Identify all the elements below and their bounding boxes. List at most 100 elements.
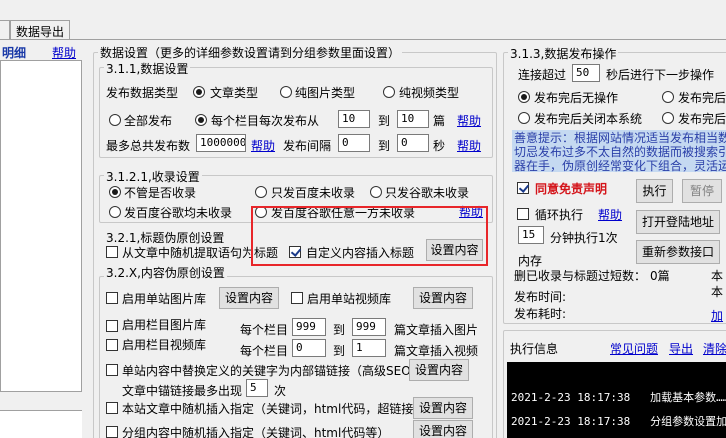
open-login-button[interactable]: 打开登陆地址 <box>636 210 720 234</box>
timeout-suffix-label: 秒后进行下一步操作 <box>606 68 715 82</box>
column-video-per-label: 每个栏目 <box>240 344 289 358</box>
index-both-radio[interactable] <box>109 206 121 218</box>
column-video-to-input[interactable]: 1 <box>352 339 386 357</box>
interval-from-input[interactable]: 0 <box>338 134 370 152</box>
after-other-radio[interactable] <box>662 91 674 103</box>
site-insert-checkbox[interactable] <box>106 402 118 414</box>
tab-left-partial[interactable] <box>0 20 10 39</box>
column-image-suffix-label: 篇文章插入图片 <box>394 323 479 337</box>
type-article-radio[interactable] <box>193 86 205 98</box>
all-publish-radio[interactable] <box>109 114 121 126</box>
index-sogou-radio[interactable] <box>370 186 382 198</box>
disclaimer-label: 同意免责声明 <box>535 182 608 196</box>
tip-panel: 善意提示：根据网站情况适当发布相当数 切忌发布过多不太自然的数据而被搜索引 器在… <box>512 130 726 172</box>
column-video-suffix-label: 篇文章插入视频 <box>394 344 479 358</box>
column-image-checkbox[interactable] <box>106 320 118 332</box>
per-to-label: 到 <box>378 114 391 128</box>
per-unit-label: 篇 <box>433 114 446 128</box>
pause-button[interactable]: 暂停 <box>682 179 722 203</box>
tip-line-3: 器在手，伪原创经常变化下组合，灵活运用 <box>514 159 726 172</box>
anchor-max-unit: 次 <box>274 384 287 398</box>
site-insert-label: 本站文章中随机插入指定（关键词，html代码，超链接等） <box>122 402 438 416</box>
tip-line-1: 善意提示：根据网站情况适当发布相当数 <box>514 131 726 145</box>
type-image-radio[interactable] <box>280 86 292 98</box>
after-none-radio[interactable] <box>518 91 530 103</box>
tab-underline <box>0 39 726 40</box>
timeout-input[interactable]: 50 <box>572 64 600 82</box>
data-settings-title: 数据设置（更多的详细参数设置请到分组参数里面设置） <box>98 44 403 61</box>
exec-log-console[interactable]: 2021-2-23 18:17:38 加载基本参数…… 2021-2-23 18… <box>507 362 726 438</box>
after-none-label: 发布完后无操作 <box>534 91 619 105</box>
publish-type-label: 发布数据类型 <box>106 86 179 100</box>
type-image-label: 纯图片类型 <box>295 86 356 100</box>
replace-keyword-button[interactable]: 设置内容 <box>409 359 469 381</box>
after-other2-radio[interactable] <box>662 112 674 124</box>
site-video-button[interactable]: 设置内容 <box>413 287 473 309</box>
after-other2-label: 发布完后 <box>678 112 726 126</box>
disclaimer-checkbox[interactable] <box>517 182 529 194</box>
loop-checkbox[interactable] <box>517 208 529 220</box>
index-baidu-radio[interactable] <box>255 186 267 198</box>
index-any-radio[interactable] <box>109 186 121 198</box>
s3121-title: 3.1.2.1,收录设置 <box>104 168 202 185</box>
right-cut-label-1: 本 <box>711 269 724 283</box>
after-close-label: 发布完后关闭本系统 <box>534 112 643 126</box>
column-image-to-input[interactable]: 999 <box>352 318 386 336</box>
log-time: 2021-2-23 18:17:38 <box>511 415 631 428</box>
per-to-input[interactable]: 10 <box>397 110 429 128</box>
max-total-label: 最多总共发布数 <box>106 139 191 153</box>
site-video-label: 启用单站视频库 <box>307 292 392 306</box>
faq-link[interactable]: 常见问题 <box>610 340 658 357</box>
anchor-max-input[interactable]: 5 <box>246 379 268 397</box>
max-help-link[interactable]: 帮助 <box>251 137 275 154</box>
clear-link[interactable]: 清除 <box>703 340 726 357</box>
after-close-radio[interactable] <box>518 112 530 124</box>
type-video-label: 纯视频类型 <box>399 86 460 100</box>
loop-interval-suffix: 分钟执行1次 <box>550 231 618 245</box>
column-video-checkbox[interactable] <box>106 339 118 351</box>
replace-keyword-checkbox[interactable] <box>106 364 118 376</box>
left-title: 明细 <box>2 46 27 60</box>
s32x-title: 3.2.X,内容伪原创设置 <box>104 264 227 281</box>
s311-title: 3.1.1,数据设置 <box>104 60 191 77</box>
column-video-label: 启用栏目视频库 <box>122 338 207 352</box>
site-image-checkbox[interactable] <box>106 292 118 304</box>
loop-help-link[interactable]: 帮助 <box>598 206 622 223</box>
left-help-link[interactable]: 帮助 <box>52 44 76 61</box>
left-bottom-pane <box>0 410 82 438</box>
per-help-link[interactable]: 帮助 <box>457 112 481 129</box>
per-from-input[interactable]: 10 <box>338 110 370 128</box>
replace-keyword-label: 单站内容中替换定义的关键字为内部锚链接（高级SEO） <box>122 364 423 378</box>
site-video-checkbox[interactable] <box>291 292 303 304</box>
column-video-from-input[interactable]: 0 <box>292 339 326 357</box>
column-video-to-label: 到 <box>333 344 346 358</box>
loop-label: 循环执行 <box>535 208 584 222</box>
loop-interval-input[interactable]: 15 <box>518 226 544 244</box>
site-image-button[interactable]: 设置内容 <box>219 287 279 309</box>
max-total-input[interactable]: 1000000 <box>196 134 246 152</box>
interval-help-link[interactable]: 帮助 <box>457 137 481 154</box>
type-article-label: 文章类型 <box>210 86 259 100</box>
column-image-to-label: 到 <box>333 323 346 337</box>
extract-title-checkbox[interactable] <box>106 246 118 258</box>
column-image-from-input[interactable]: 999 <box>292 318 326 336</box>
site-insert-button[interactable]: 设置内容 <box>413 397 473 419</box>
type-video-radio[interactable] <box>383 86 395 98</box>
group-insert-checkbox[interactable] <box>106 426 118 438</box>
left-list[interactable] <box>0 60 82 392</box>
run-button[interactable]: 执行 <box>636 179 673 203</box>
per-column-radio[interactable] <box>195 114 207 126</box>
index-baidu-label: 只发百度未收录 <box>271 186 356 200</box>
log-row: 2021-2-23 18:17:38 加载基本参数…… <box>511 389 726 405</box>
index-any-label: 不管是否收录 <box>124 186 197 200</box>
tab-data-export[interactable]: 数据导出 <box>10 20 71 39</box>
reset-interface-button[interactable]: 重新参数接口 <box>636 240 720 264</box>
index-sogou-label: 只发谷歌未收录 <box>385 186 470 200</box>
right-cut-label-2: 本 <box>711 285 724 299</box>
interval-to-input[interactable]: 0 <box>397 134 429 152</box>
tip-line-2: 切忌发布过多不太自然的数据而被搜索引 <box>514 145 726 159</box>
after-other-label: 发布完后 <box>678 91 726 105</box>
export-link[interactable]: 导出 <box>669 340 693 357</box>
plus-link[interactable]: 加 <box>711 307 723 324</box>
group-insert-button[interactable]: 设置内容 <box>413 420 473 438</box>
